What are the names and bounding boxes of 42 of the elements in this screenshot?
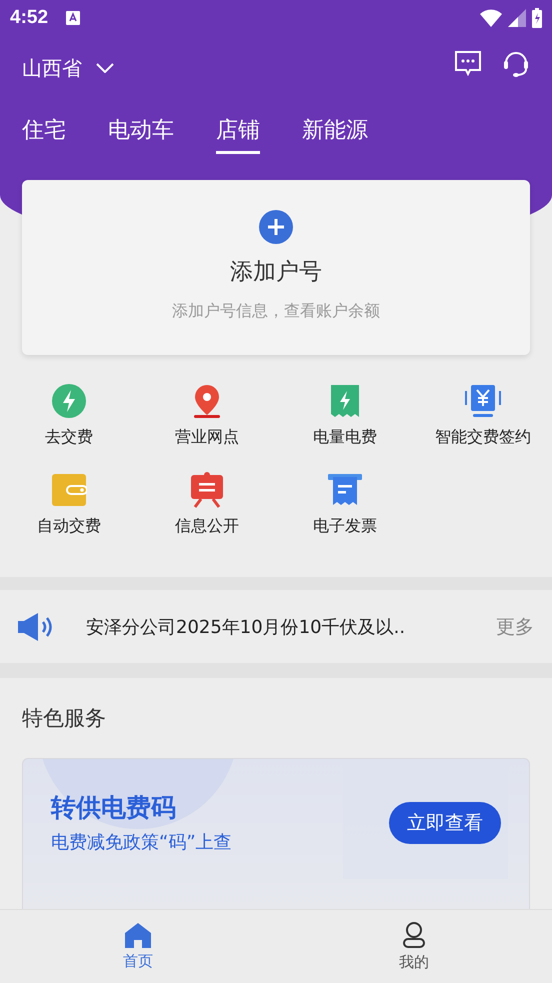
status-time: 4:52 xyxy=(10,7,48,29)
home-icon xyxy=(124,922,152,948)
lightning-icon xyxy=(51,383,87,419)
service-item[interactable]: 营业网点 xyxy=(138,381,276,448)
category-tab[interactable]: 电动车 xyxy=(108,108,174,154)
invoice-icon xyxy=(327,473,363,507)
service-item[interactable]: 电量电费 xyxy=(276,381,414,448)
promo-banner[interactable]: 转供电费码 电费减免政策“码”上查 立即查看 xyxy=(22,758,530,909)
keyboard-indicator-icon xyxy=(66,11,80,25)
section-title: 特色服务 xyxy=(21,705,107,732)
service-item[interactable]: 自动交费 xyxy=(0,470,138,537)
region-dropdown[interactable]: 山西省 xyxy=(22,54,114,82)
speaker-icon xyxy=(18,612,54,640)
chevron-down-icon xyxy=(96,63,114,73)
battery-icon xyxy=(532,8,542,28)
banner-title: 转供电费码 xyxy=(51,792,177,824)
nav-tab[interactable]: 我的 xyxy=(276,910,552,983)
add-account-card[interactable]: 添加户号 添加户号信息，查看账户余额 xyxy=(22,180,530,355)
service-item[interactable]: 智能交费签约 xyxy=(414,381,552,448)
message-icon[interactable] xyxy=(454,50,482,76)
signal-icon xyxy=(508,9,526,27)
notice-text[interactable]: 安泽分公司2025年10月份10千伏及以.. xyxy=(86,614,464,638)
card-title: 添加户号 xyxy=(230,258,322,287)
receipt-bolt-icon xyxy=(329,383,361,419)
banner-subtitle: 电费减免政策“码”上查 xyxy=(51,831,232,854)
add-icon xyxy=(259,210,293,244)
notice-board-icon xyxy=(190,471,224,509)
category-tab[interactable]: 店铺 xyxy=(216,108,260,154)
wallet-icon xyxy=(51,473,87,507)
headset-icon[interactable] xyxy=(502,49,530,77)
category-tab[interactable]: 新能源 xyxy=(302,108,368,154)
yuan-device-icon xyxy=(464,383,502,419)
category-tab[interactable]: 住宅 xyxy=(22,108,66,154)
location-pin-icon xyxy=(191,383,223,419)
service-item[interactable]: 电子发票 xyxy=(276,470,414,537)
service-item[interactable]: 去交费 xyxy=(0,381,138,448)
card-subtitle: 添加户号信息，查看账户余额 xyxy=(172,301,380,322)
person-icon xyxy=(401,921,427,949)
wifi-icon xyxy=(480,9,502,27)
view-now-button[interactable]: 立即查看 xyxy=(389,802,501,844)
service-item[interactable]: 信息公开 xyxy=(138,470,276,537)
nav-tab[interactable]: 首页 xyxy=(0,910,276,983)
